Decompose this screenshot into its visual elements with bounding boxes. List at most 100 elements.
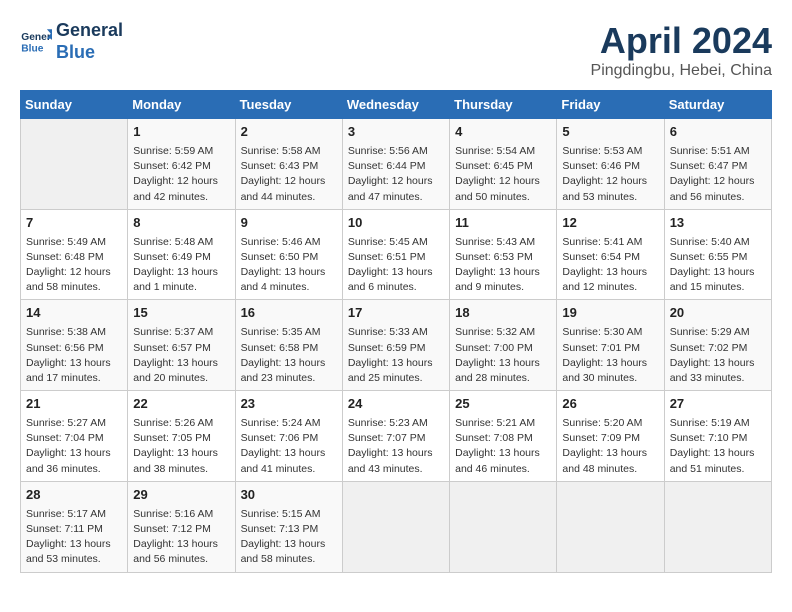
calendar-cell: 27Sunrise: 5:19 AM Sunset: 7:10 PM Dayli… — [664, 391, 771, 482]
calendar-cell: 3Sunrise: 5:56 AM Sunset: 6:44 PM Daylig… — [342, 119, 449, 210]
day-number: 25 — [455, 395, 551, 414]
day-number: 19 — [562, 304, 658, 323]
day-content: Sunrise: 5:53 AM Sunset: 6:46 PM Dayligh… — [562, 144, 658, 205]
day-number: 24 — [348, 395, 444, 414]
day-number: 17 — [348, 304, 444, 323]
day-number: 10 — [348, 214, 444, 233]
calendar-cell — [450, 481, 557, 572]
day-content: Sunrise: 5:37 AM Sunset: 6:57 PM Dayligh… — [133, 325, 229, 386]
day-number: 16 — [241, 304, 337, 323]
day-number: 27 — [670, 395, 766, 414]
day-number: 6 — [670, 123, 766, 142]
day-number: 12 — [562, 214, 658, 233]
day-number: 4 — [455, 123, 551, 142]
calendar-cell: 5 Sunrise: 5:53 AM Sunset: 6:46 PM Daylig… — [557, 119, 664, 210]
calendar-cell: 9 Sunrise: 5:46 AM Sunset: 6:50 PM Daylig… — [235, 209, 342, 300]
calendar-cell: 6 Sunrise: 5:51 AM Sunset: 6:47 PM Daylig… — [664, 119, 771, 210]
calendar-table: SundayMondayTuesdayWednesdayThursdayFrid… — [20, 90, 772, 573]
title-block: April 2024 Pingdingbu, Hebei, China — [591, 20, 772, 80]
calendar-cell — [342, 481, 449, 572]
day-number: 28 — [26, 486, 122, 505]
calendar-cell: 10 Sunrise: 5:45 AM Sunset: 6:51 PM Dayli… — [342, 209, 449, 300]
weekday-header-monday: Monday — [128, 91, 235, 119]
day-number: 18 — [455, 304, 551, 323]
calendar-cell: 4 Sunrise: 5:54 AM Sunset: 6:45 PM Daylig… — [450, 119, 557, 210]
day-number: 11 — [455, 214, 551, 233]
logo-text-line2: Blue — [56, 42, 123, 64]
calendar-cell: 30Sunrise: 5:15 AM Sunset: 7:13 PM Dayli… — [235, 481, 342, 572]
day-content: Sunrise: 5:51 AM Sunset: 6:47 PM Dayligh… — [670, 144, 766, 205]
calendar-cell: 12Sunrise: 5:41 AM Sunset: 6:54 PM Dayli… — [557, 209, 664, 300]
day-number: 29 — [133, 486, 229, 505]
calendar-week-row: 28 Sunrise: 5:17 AM Sunset: 7:11 PM Dayli… — [21, 481, 772, 572]
weekday-header-row: SundayMondayTuesdayWednesdayThursdayFrid… — [21, 91, 772, 119]
day-number: 5 — [562, 123, 658, 142]
day-content: Sunrise: 5:45 AM Sunset: 6:51 PM Dayligh… — [348, 235, 444, 296]
calendar-cell: 23 Sunrise: 5:24 AM Sunset: 7:06 PM Dayli… — [235, 391, 342, 482]
day-content: Sunrise: 5:30 AM Sunset: 7:01 PM Dayligh… — [562, 325, 658, 386]
calendar-cell: 2 Sunrise: 5:58 AM Sunset: 6:43 PM Daylig… — [235, 119, 342, 210]
day-content: Sunrise: 5:21 AM Sunset: 7:08 PM Dayligh… — [455, 416, 551, 477]
day-number: 22 — [133, 395, 229, 414]
day-content: Sunrise: 5:40 AM Sunset: 6:55 PM Dayligh… — [670, 235, 766, 296]
calendar-cell: 1 Sunrise: 5:59 AM Sunset: 6:42 PM Daylig… — [128, 119, 235, 210]
day-content: Sunrise: 5:26 AM Sunset: 7:05 PM Dayligh… — [133, 416, 229, 477]
day-content: Sunrise: 5:17 AM Sunset: 7:11 PM Dayligh… — [26, 507, 122, 568]
calendar-week-row: 7 Sunrise: 5:49 AM Sunset: 6:48 PM Daylig… — [21, 209, 772, 300]
day-content: Sunrise: 5:33 AM Sunset: 6:59 PM Dayligh… — [348, 325, 444, 386]
day-content: Sunrise: 5:59 AM Sunset: 6:42 PM Dayligh… — [133, 144, 229, 205]
calendar-cell: 24 Sunrise: 5:23 AM Sunset: 7:07 PM Dayli… — [342, 391, 449, 482]
day-content: Sunrise: 5:29 AM Sunset: 7:02 PM Dayligh… — [670, 325, 766, 386]
day-content: Sunrise: 5:16 AM Sunset: 7:12 PM Dayligh… — [133, 507, 229, 568]
calendar-cell: 25 Sunrise: 5:21 AM Sunset: 7:08 PM Dayli… — [450, 391, 557, 482]
weekday-header-saturday: Saturday — [664, 91, 771, 119]
day-content: Sunrise: 5:54 AM Sunset: 6:45 PM Dayligh… — [455, 144, 551, 205]
calendar-cell: 15 Sunrise: 5:37 AM Sunset: 6:57 PM Dayli… — [128, 300, 235, 391]
day-content: Sunrise: 5:32 AM Sunset: 7:00 PM Dayligh… — [455, 325, 551, 386]
day-content: Sunrise: 5:24 AM Sunset: 7:06 PM Dayligh… — [241, 416, 337, 477]
calendar-cell: 20 Sunrise: 5:29 AM Sunset: 7:02 PM Dayli… — [664, 300, 771, 391]
day-number: 20 — [670, 304, 766, 323]
day-number: 15 — [133, 304, 229, 323]
day-number: 7 — [26, 214, 122, 233]
day-number: 9 — [241, 214, 337, 233]
day-content: Sunrise: 5:38 AM Sunset: 6:56 PM Dayligh… — [26, 325, 122, 386]
calendar-cell: 22 Sunrise: 5:26 AM Sunset: 7:05 PM Dayli… — [128, 391, 235, 482]
logo-text-line1: General — [56, 20, 123, 42]
calendar-cell: 13Sunrise: 5:40 AM Sunset: 6:55 PM Dayli… — [664, 209, 771, 300]
calendar-cell — [21, 119, 128, 210]
day-content: Sunrise: 5:27 AM Sunset: 7:04 PM Dayligh… — [26, 416, 122, 477]
calendar-title: April 2024 — [591, 20, 772, 62]
calendar-cell: 19 Sunrise: 5:30 AM Sunset: 7:01 PM Dayli… — [557, 300, 664, 391]
day-number: 2 — [241, 123, 337, 142]
svg-text:Blue: Blue — [21, 43, 43, 54]
calendar-cell: 29 Sunrise: 5:16 AM Sunset: 7:12 PM Dayli… — [128, 481, 235, 572]
calendar-cell — [664, 481, 771, 572]
svg-text:General: General — [21, 32, 52, 43]
calendar-week-row: 1 Sunrise: 5:59 AM Sunset: 6:42 PM Daylig… — [21, 119, 772, 210]
day-content: Sunrise: 5:23 AM Sunset: 7:07 PM Dayligh… — [348, 416, 444, 477]
calendar-cell: 14Sunrise: 5:38 AM Sunset: 6:56 PM Dayli… — [21, 300, 128, 391]
calendar-cell: 21Sunrise: 5:27 AM Sunset: 7:04 PM Dayli… — [21, 391, 128, 482]
calendar-subtitle: Pingdingbu, Hebei, China — [591, 62, 772, 80]
day-number: 1 — [133, 123, 229, 142]
calendar-cell: 28 Sunrise: 5:17 AM Sunset: 7:11 PM Dayli… — [21, 481, 128, 572]
day-content: Sunrise: 5:49 AM Sunset: 6:48 PM Dayligh… — [26, 235, 122, 296]
day-content: Sunrise: 5:43 AM Sunset: 6:53 PM Dayligh… — [455, 235, 551, 296]
day-content: Sunrise: 5:20 AM Sunset: 7:09 PM Dayligh… — [562, 416, 658, 477]
day-content: Sunrise: 5:46 AM Sunset: 6:50 PM Dayligh… — [241, 235, 337, 296]
page-header: General Blue General Blue April 2024 Pin… — [20, 20, 772, 80]
weekday-header-thursday: Thursday — [450, 91, 557, 119]
weekday-header-sunday: Sunday — [21, 91, 128, 119]
day-number: 3 — [348, 123, 444, 142]
day-content: Sunrise: 5:35 AM Sunset: 6:58 PM Dayligh… — [241, 325, 337, 386]
day-content: Sunrise: 5:15 AM Sunset: 7:13 PM Dayligh… — [241, 507, 337, 568]
day-number: 23 — [241, 395, 337, 414]
logo: General Blue General Blue — [20, 20, 123, 63]
day-content: Sunrise: 5:58 AM Sunset: 6:43 PM Dayligh… — [241, 144, 337, 205]
calendar-week-row: 14Sunrise: 5:38 AM Sunset: 6:56 PM Dayli… — [21, 300, 772, 391]
calendar-cell: 7 Sunrise: 5:49 AM Sunset: 6:48 PM Daylig… — [21, 209, 128, 300]
calendar-cell: 18 Sunrise: 5:32 AM Sunset: 7:00 PM Dayli… — [450, 300, 557, 391]
calendar-cell: 26Sunrise: 5:20 AM Sunset: 7:09 PM Dayli… — [557, 391, 664, 482]
calendar-week-row: 21Sunrise: 5:27 AM Sunset: 7:04 PM Dayli… — [21, 391, 772, 482]
